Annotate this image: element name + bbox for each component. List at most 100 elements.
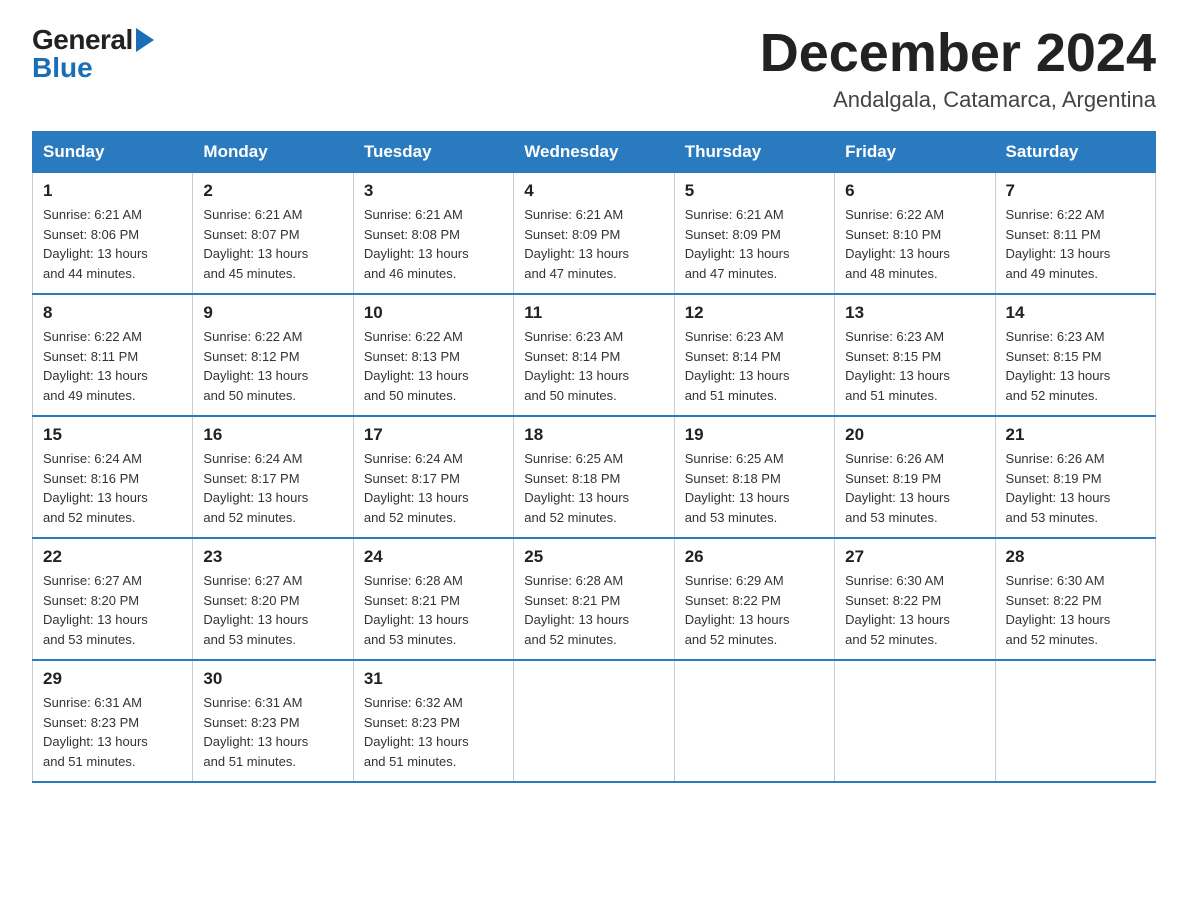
day-number: 22 [43,547,182,567]
day-detail: Sunrise: 6:22 AMSunset: 8:11 PMDaylight:… [1006,205,1145,283]
day-number: 27 [845,547,984,567]
calendar-cell: 23 Sunrise: 6:27 AMSunset: 8:20 PMDaylig… [193,538,353,660]
day-number: 26 [685,547,824,567]
calendar-cell: 28 Sunrise: 6:30 AMSunset: 8:22 PMDaylig… [995,538,1155,660]
day-number: 12 [685,303,824,323]
day-number: 23 [203,547,342,567]
day-detail: Sunrise: 6:26 AMSunset: 8:19 PMDaylight:… [1006,449,1145,527]
day-detail: Sunrise: 6:22 AMSunset: 8:10 PMDaylight:… [845,205,984,283]
logo: General Blue [32,24,154,84]
day-number: 25 [524,547,663,567]
day-detail: Sunrise: 6:30 AMSunset: 8:22 PMDaylight:… [1006,571,1145,649]
calendar-cell: 2 Sunrise: 6:21 AMSunset: 8:07 PMDayligh… [193,173,353,295]
calendar-cell: 22 Sunrise: 6:27 AMSunset: 8:20 PMDaylig… [33,538,193,660]
day-detail: Sunrise: 6:26 AMSunset: 8:19 PMDaylight:… [845,449,984,527]
day-detail: Sunrise: 6:21 AMSunset: 8:08 PMDaylight:… [364,205,503,283]
calendar-cell [835,660,995,782]
calendar-cell: 15 Sunrise: 6:24 AMSunset: 8:16 PMDaylig… [33,416,193,538]
calendar-cell [674,660,834,782]
calendar-cell: 10 Sunrise: 6:22 AMSunset: 8:13 PMDaylig… [353,294,513,416]
day-detail: Sunrise: 6:22 AMSunset: 8:13 PMDaylight:… [364,327,503,405]
day-number: 3 [364,181,503,201]
day-number: 31 [364,669,503,689]
day-detail: Sunrise: 6:25 AMSunset: 8:18 PMDaylight:… [685,449,824,527]
calendar-cell: 29 Sunrise: 6:31 AMSunset: 8:23 PMDaylig… [33,660,193,782]
calendar-cell: 3 Sunrise: 6:21 AMSunset: 8:08 PMDayligh… [353,173,513,295]
calendar-cell: 31 Sunrise: 6:32 AMSunset: 8:23 PMDaylig… [353,660,513,782]
day-number: 15 [43,425,182,445]
page-header: General Blue December 2024 Andalgala, Ca… [32,24,1156,113]
day-number: 24 [364,547,503,567]
day-detail: Sunrise: 6:21 AMSunset: 8:09 PMDaylight:… [685,205,824,283]
calendar-week-row: 8 Sunrise: 6:22 AMSunset: 8:11 PMDayligh… [33,294,1156,416]
day-number: 7 [1006,181,1145,201]
calendar-body: 1 Sunrise: 6:21 AMSunset: 8:06 PMDayligh… [33,173,1156,783]
calendar-cell: 21 Sunrise: 6:26 AMSunset: 8:19 PMDaylig… [995,416,1155,538]
calendar-cell: 18 Sunrise: 6:25 AMSunset: 8:18 PMDaylig… [514,416,674,538]
day-number: 30 [203,669,342,689]
day-detail: Sunrise: 6:28 AMSunset: 8:21 PMDaylight:… [364,571,503,649]
title-area: December 2024 Andalgala, Catamarca, Arge… [760,24,1156,113]
day-detail: Sunrise: 6:30 AMSunset: 8:22 PMDaylight:… [845,571,984,649]
calendar-cell: 6 Sunrise: 6:22 AMSunset: 8:10 PMDayligh… [835,173,995,295]
calendar-cell [514,660,674,782]
logo-blue-text: Blue [32,52,154,84]
day-detail: Sunrise: 6:24 AMSunset: 8:17 PMDaylight:… [364,449,503,527]
calendar-table: Sunday Monday Tuesday Wednesday Thursday… [32,131,1156,783]
day-detail: Sunrise: 6:23 AMSunset: 8:14 PMDaylight:… [685,327,824,405]
calendar-cell: 25 Sunrise: 6:28 AMSunset: 8:21 PMDaylig… [514,538,674,660]
calendar-cell: 20 Sunrise: 6:26 AMSunset: 8:19 PMDaylig… [835,416,995,538]
day-number: 6 [845,181,984,201]
day-detail: Sunrise: 6:31 AMSunset: 8:23 PMDaylight:… [43,693,182,771]
day-number: 17 [364,425,503,445]
calendar-header: Sunday Monday Tuesday Wednesday Thursday… [33,132,1156,173]
day-detail: Sunrise: 6:22 AMSunset: 8:12 PMDaylight:… [203,327,342,405]
col-sunday: Sunday [33,132,193,173]
calendar-cell: 30 Sunrise: 6:31 AMSunset: 8:23 PMDaylig… [193,660,353,782]
day-detail: Sunrise: 6:24 AMSunset: 8:16 PMDaylight:… [43,449,182,527]
day-number: 4 [524,181,663,201]
col-tuesday: Tuesday [353,132,513,173]
calendar-week-row: 22 Sunrise: 6:27 AMSunset: 8:20 PMDaylig… [33,538,1156,660]
day-detail: Sunrise: 6:22 AMSunset: 8:11 PMDaylight:… [43,327,182,405]
calendar-cell [995,660,1155,782]
calendar-cell: 1 Sunrise: 6:21 AMSunset: 8:06 PMDayligh… [33,173,193,295]
calendar-cell: 9 Sunrise: 6:22 AMSunset: 8:12 PMDayligh… [193,294,353,416]
day-detail: Sunrise: 6:25 AMSunset: 8:18 PMDaylight:… [524,449,663,527]
calendar-cell: 13 Sunrise: 6:23 AMSunset: 8:15 PMDaylig… [835,294,995,416]
page-title: December 2024 [760,24,1156,83]
calendar-cell: 4 Sunrise: 6:21 AMSunset: 8:09 PMDayligh… [514,173,674,295]
calendar-cell: 7 Sunrise: 6:22 AMSunset: 8:11 PMDayligh… [995,173,1155,295]
logo-arrow-icon [136,28,154,52]
col-monday: Monday [193,132,353,173]
calendar-cell: 12 Sunrise: 6:23 AMSunset: 8:14 PMDaylig… [674,294,834,416]
col-friday: Friday [835,132,995,173]
col-saturday: Saturday [995,132,1155,173]
day-number: 19 [685,425,824,445]
day-detail: Sunrise: 6:31 AMSunset: 8:23 PMDaylight:… [203,693,342,771]
day-detail: Sunrise: 6:24 AMSunset: 8:17 PMDaylight:… [203,449,342,527]
day-detail: Sunrise: 6:21 AMSunset: 8:07 PMDaylight:… [203,205,342,283]
day-number: 14 [1006,303,1145,323]
calendar-header-row: Sunday Monday Tuesday Wednesday Thursday… [33,132,1156,173]
calendar-cell: 19 Sunrise: 6:25 AMSunset: 8:18 PMDaylig… [674,416,834,538]
day-number: 16 [203,425,342,445]
day-number: 21 [1006,425,1145,445]
day-number: 5 [685,181,824,201]
calendar-cell: 5 Sunrise: 6:21 AMSunset: 8:09 PMDayligh… [674,173,834,295]
day-number: 10 [364,303,503,323]
day-number: 13 [845,303,984,323]
calendar-cell: 26 Sunrise: 6:29 AMSunset: 8:22 PMDaylig… [674,538,834,660]
calendar-cell: 14 Sunrise: 6:23 AMSunset: 8:15 PMDaylig… [995,294,1155,416]
day-number: 2 [203,181,342,201]
day-detail: Sunrise: 6:23 AMSunset: 8:15 PMDaylight:… [845,327,984,405]
day-number: 29 [43,669,182,689]
day-number: 20 [845,425,984,445]
day-number: 28 [1006,547,1145,567]
calendar-cell: 11 Sunrise: 6:23 AMSunset: 8:14 PMDaylig… [514,294,674,416]
day-number: 11 [524,303,663,323]
day-detail: Sunrise: 6:21 AMSunset: 8:09 PMDaylight:… [524,205,663,283]
day-detail: Sunrise: 6:27 AMSunset: 8:20 PMDaylight:… [203,571,342,649]
calendar-cell: 17 Sunrise: 6:24 AMSunset: 8:17 PMDaylig… [353,416,513,538]
calendar-week-row: 1 Sunrise: 6:21 AMSunset: 8:06 PMDayligh… [33,173,1156,295]
